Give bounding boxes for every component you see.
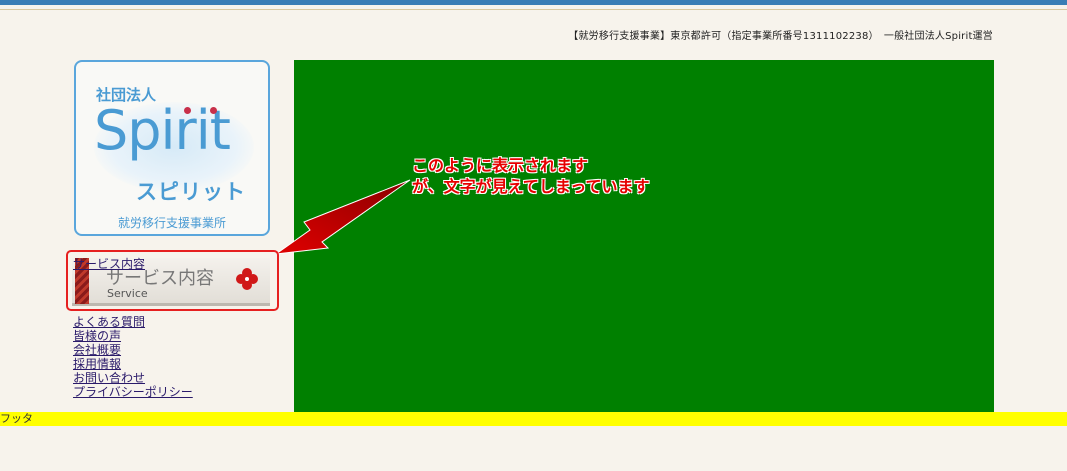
- arrow-icon: [275, 179, 411, 255]
- clover-icon: [236, 268, 258, 290]
- footer: フッタ: [0, 412, 1067, 426]
- side-nav: よくある質問 皆様の声 会社概要 採用情報 お問い合わせ プライバシーポリシー: [73, 315, 193, 399]
- annotation-line-2: が、文字が見えてしまっています: [412, 177, 650, 196]
- service-overlap-link[interactable]: サービス内容: [73, 255, 145, 272]
- logo-dot-icon: [210, 107, 217, 114]
- annotation-line-1: このように表示されます: [412, 156, 589, 175]
- logo-footer: 就労移行支援事業所: [117, 216, 226, 230]
- footer-label: フッタ: [0, 412, 33, 425]
- annotation-text: このように表示されます が、文字が見えてしまっています: [412, 155, 649, 197]
- logo-kana: スピリット: [136, 180, 246, 204]
- service-subtitle: Service: [107, 287, 148, 300]
- nav-link-contact[interactable]: お問い合わせ: [73, 371, 193, 385]
- header-info: 【就労移行支援事業】東京都許可（指定事業所番号1311102238） 一般社団法…: [568, 31, 993, 42]
- top-accent-bar: [0, 0, 1067, 5]
- logo-dot-icon: [184, 107, 191, 114]
- nav-link-company[interactable]: 会社概要: [73, 343, 193, 357]
- nav-link-faq[interactable]: よくある質問: [73, 315, 193, 329]
- nav-link-voices[interactable]: 皆様の声: [73, 329, 193, 343]
- nav-link-privacy[interactable]: プライバシーポリシー: [73, 385, 193, 399]
- nav-link-recruit[interactable]: 採用情報: [73, 357, 193, 371]
- top-divider: [0, 9, 1067, 10]
- site-logo[interactable]: 社団法人 Spirit スピリット 就労移行支援事業所: [74, 60, 270, 236]
